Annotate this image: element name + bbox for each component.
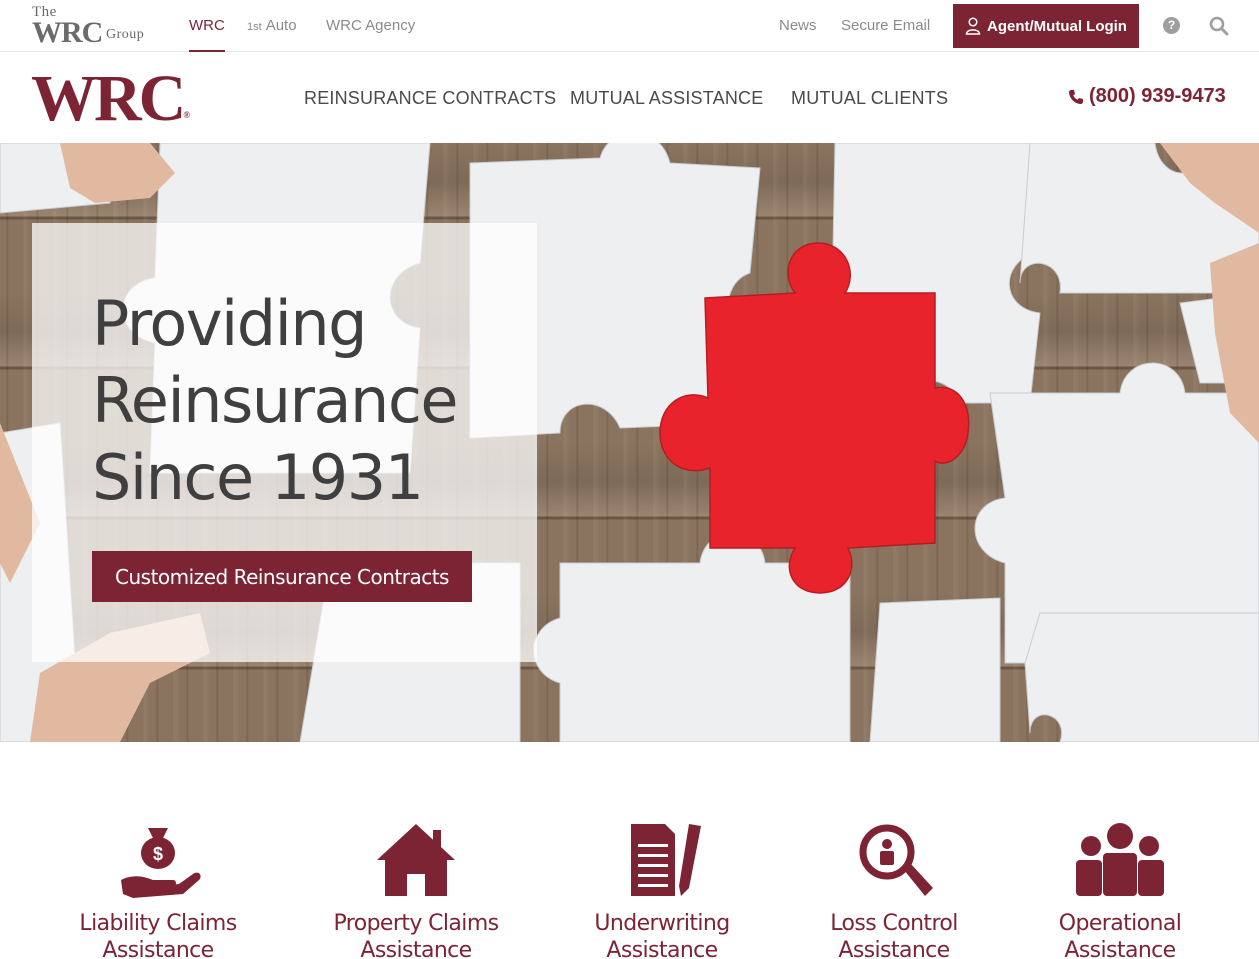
- service-underwriting[interactable]: Underwriting Assistance: [552, 822, 772, 959]
- main-navigation: WRC® Reinsurance Contracts Mutual Assist…: [0, 52, 1259, 143]
- first-auto-word: Auto: [265, 17, 297, 34]
- service-label-line-2: Assistance: [360, 938, 472, 959]
- service-label-line-1: Liability Claims: [79, 911, 237, 936]
- user-icon: [965, 17, 981, 35]
- top-link-wrc-agency[interactable]: WRC Agency: [326, 17, 415, 34]
- money-bag-hand-icon: $: [121, 828, 201, 898]
- top-link-1st-auto[interactable]: 1st Auto: [246, 17, 297, 34]
- magnifier-person-icon: [859, 824, 933, 896]
- service-operational[interactable]: Operational Assistance: [1010, 822, 1230, 959]
- team-icon: [1076, 823, 1164, 896]
- nav-mutual-assistance[interactable]: Mutual Assistance: [570, 88, 763, 109]
- document-pencil-icon: [631, 824, 701, 896]
- service-label-line-2: Assistance: [1064, 938, 1176, 959]
- group-logo-group: Group: [106, 27, 145, 42]
- hero-title-line-1: Providing: [92, 287, 368, 360]
- top-link-secure-email[interactable]: Secure Email: [841, 17, 930, 34]
- hero-title-line-2: Reinsurance: [92, 364, 459, 437]
- wrc-group-logo[interactable]: The WRC Group: [32, 4, 156, 49]
- nav-reinsurance-contracts[interactable]: Reinsurance Contracts: [304, 88, 556, 109]
- top-utility-bar: The WRC Group WRC 1st Auto WRC Agency New…: [0, 0, 1259, 52]
- hero-banner: Providing Reinsurance Since 1931 Customi…: [0, 143, 1259, 742]
- top-link-wrc[interactable]: WRC: [189, 17, 225, 52]
- service-property-claims[interactable]: Property Claims Assistance: [306, 822, 526, 959]
- hero-title-line-3: Since 1931: [92, 441, 424, 514]
- hero-text-panel: Providing Reinsurance Since 1931 Customi…: [32, 223, 537, 662]
- wrc-logo[interactable]: WRC®: [31, 66, 190, 148]
- login-label: Agent/Mutual Login: [987, 17, 1127, 35]
- services-section: $ Liability Claims Assistance Property C…: [0, 742, 1259, 959]
- service-label-line-1: Underwriting: [594, 911, 730, 936]
- help-icon[interactable]: ?: [1163, 17, 1180, 34]
- hero-title: Providing Reinsurance Since 1931: [92, 285, 512, 516]
- phone-link[interactable]: (800) 939-9473: [1068, 85, 1226, 108]
- search-icon[interactable]: [1209, 16, 1229, 36]
- svg-text:$: $: [153, 844, 163, 864]
- first-auto-number: 1st: [247, 21, 262, 33]
- service-label-line-1: Property Claims: [333, 911, 499, 936]
- house-icon: [377, 824, 455, 896]
- phone-number: (800) 939-9473: [1089, 85, 1226, 107]
- nav-mutual-clients[interactable]: Mutual Clients: [791, 88, 948, 109]
- service-label-line-1: Loss Control: [830, 911, 958, 936]
- service-liability-claims[interactable]: $ Liability Claims Assistance: [48, 822, 268, 959]
- agent-mutual-login-button[interactable]: Agent/Mutual Login: [953, 4, 1139, 48]
- top-link-news[interactable]: News: [779, 17, 817, 34]
- service-label-line-2: Assistance: [606, 938, 718, 959]
- service-loss-control[interactable]: Loss Control Assistance: [784, 822, 1004, 959]
- group-logo-wrc: WRC: [32, 16, 103, 49]
- service-label-line-1: Operational: [1058, 911, 1182, 936]
- wrc-logo-text: WRC: [31, 62, 186, 135]
- service-label-line-2: Assistance: [102, 938, 214, 959]
- service-label-line-2: Assistance: [838, 938, 950, 959]
- customized-reinsurance-contracts-button[interactable]: Customized Reinsurance Contracts: [92, 551, 472, 602]
- phone-icon: [1069, 89, 1083, 104]
- registered-mark: ®: [183, 110, 191, 120]
